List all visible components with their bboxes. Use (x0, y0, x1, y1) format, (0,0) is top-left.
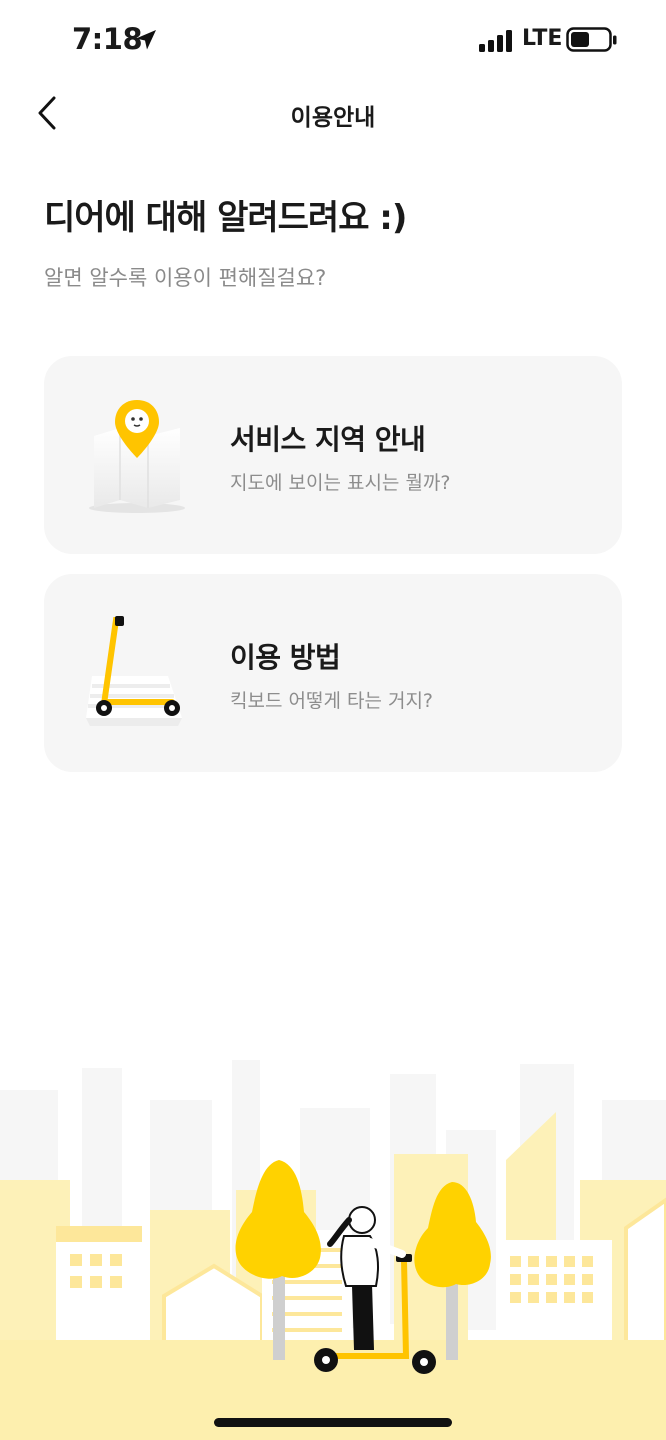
service-area-card[interactable]: 서비스 지역 안내 지도에 보이는 표시는 뭘까? (44, 356, 622, 554)
city-scooter-illustration (0, 1060, 666, 1440)
how-to-use-card[interactable]: 이용 방법 킥보드 어떻게 타는 거지? (44, 574, 622, 772)
home-indicator (214, 1418, 452, 1427)
service-area-title: 서비스 지역 안내 (230, 423, 426, 456)
page-title: 이용안내 (290, 105, 376, 131)
how-to-use-title: 이용 방법 (230, 641, 341, 674)
status-bar: 7:18 LTE (0, 0, 666, 80)
service-area-description: 지도에 보이는 표시는 뭘까? (230, 472, 451, 494)
navigation-bar: 이용안내 (0, 80, 666, 146)
intro-headline: 디어에 대해 알려드려요 :) (44, 198, 407, 238)
location-arrow-icon (136, 30, 156, 50)
how-to-use-description: 킥보드 어떻게 타는 거지? (230, 690, 434, 712)
signal-bars-icon (479, 30, 512, 52)
intro-subhead: 알면 알수록 이용이 편해질걸요? (44, 266, 327, 290)
map-pin-icon (89, 400, 185, 513)
scooter-icon (86, 616, 182, 726)
status-time: 7:18 (72, 22, 143, 56)
battery-icon (566, 27, 617, 52)
network-type: LTE (522, 26, 563, 51)
